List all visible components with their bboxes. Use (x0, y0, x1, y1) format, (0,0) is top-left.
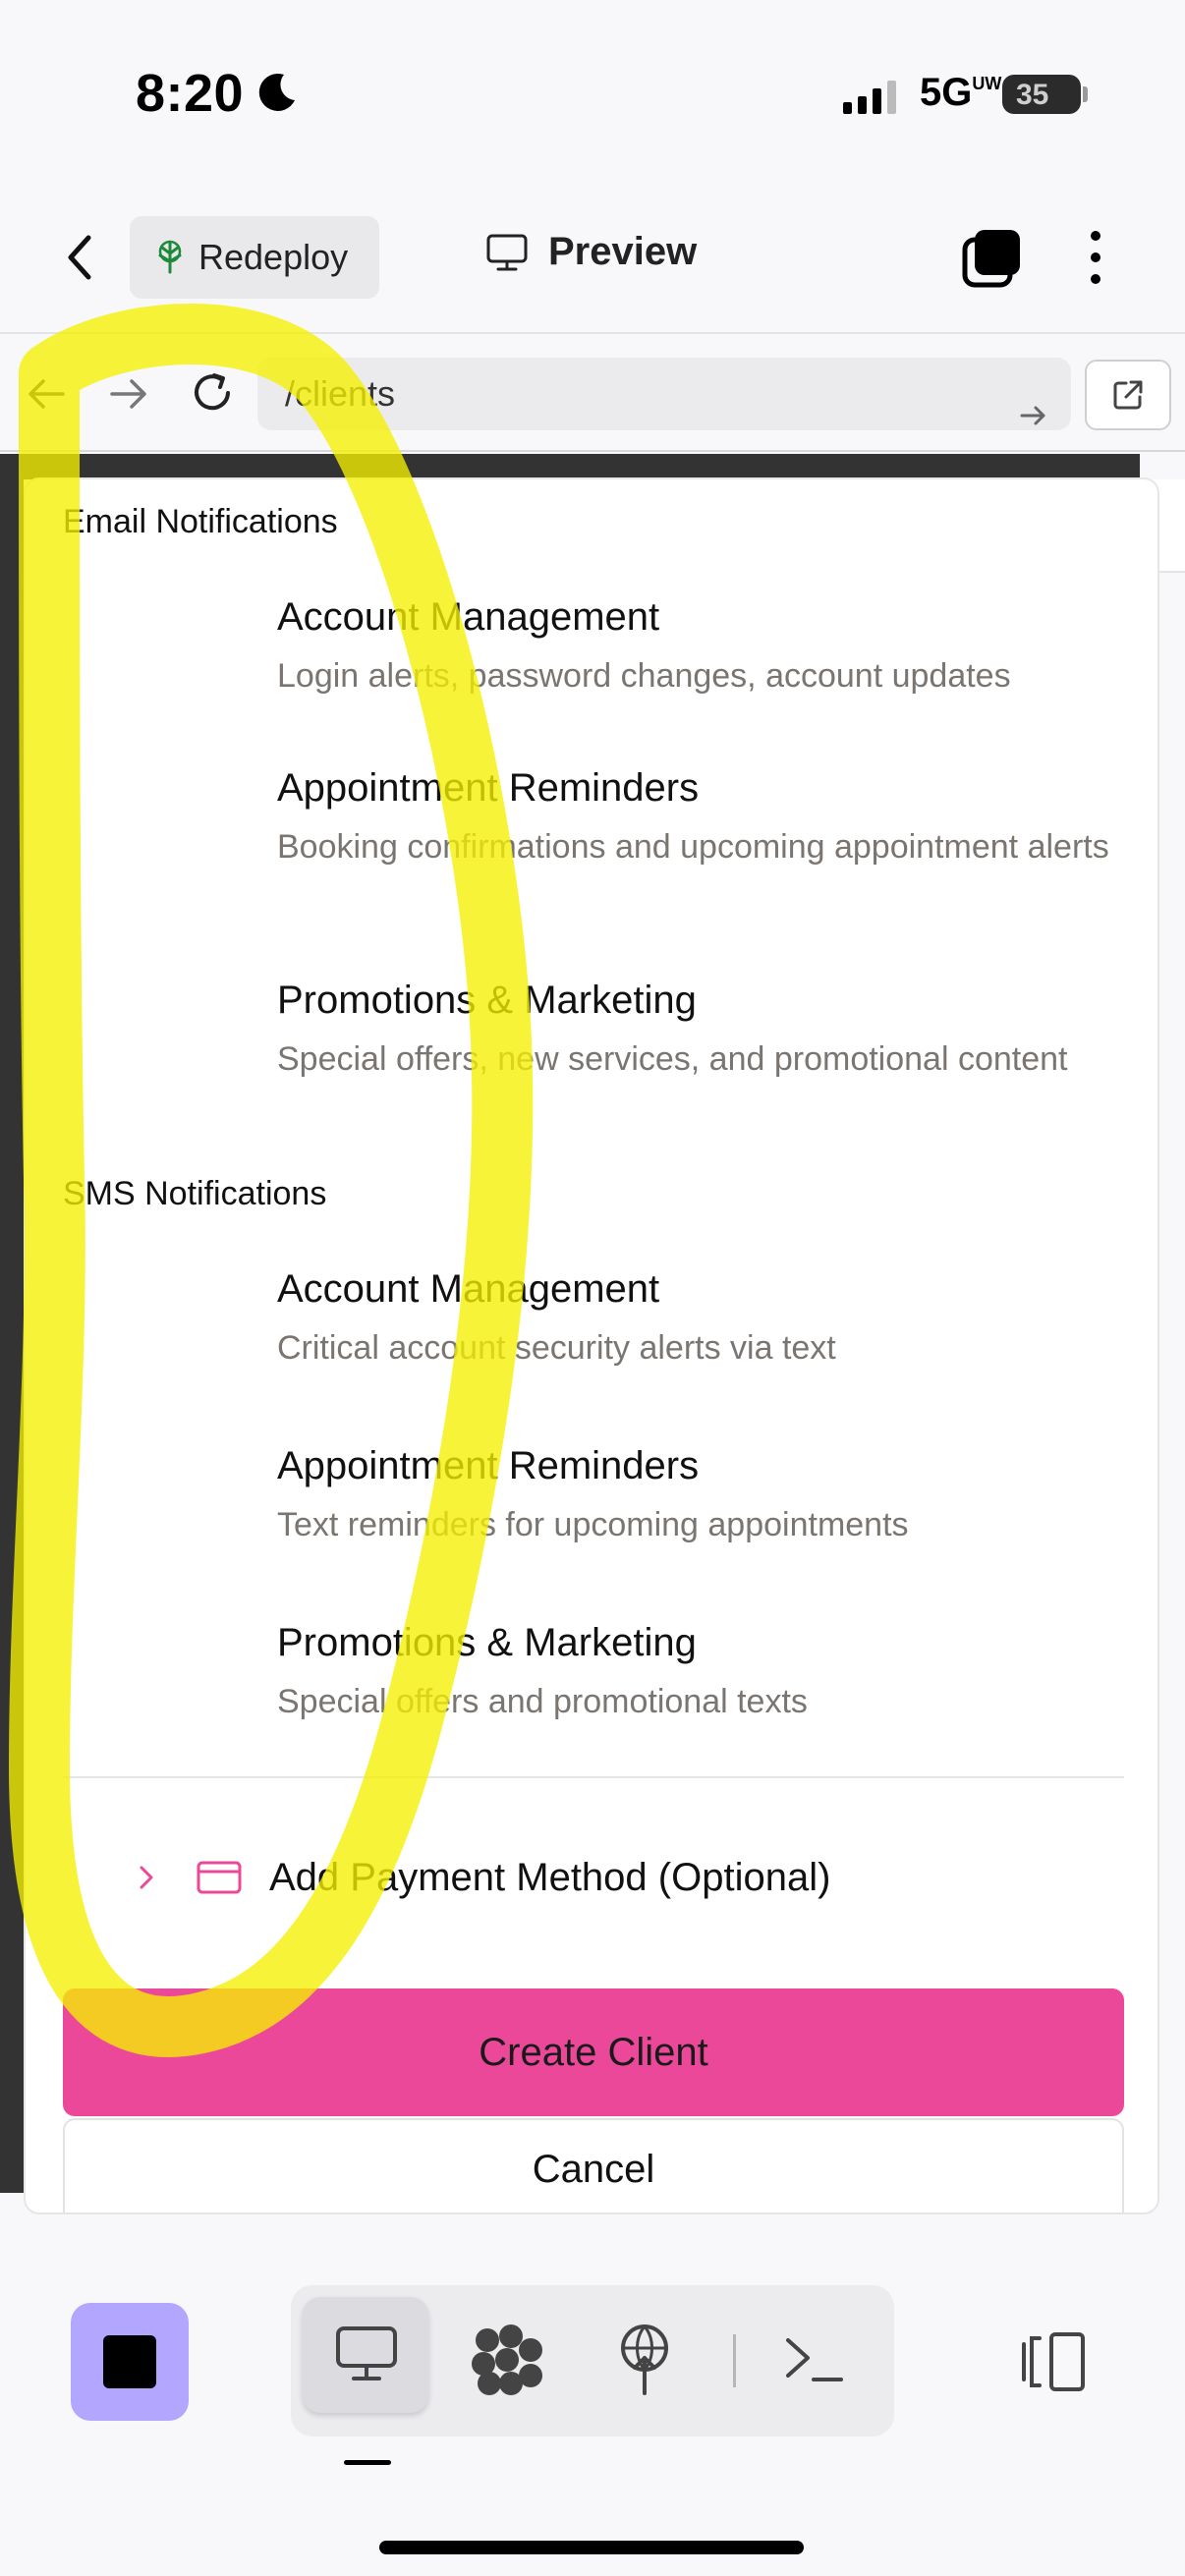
more-icon[interactable] (1081, 226, 1110, 289)
sms-appointment-desc: Text reminders for upcoming appointments (277, 1506, 909, 1543)
sms-account-title[interactable]: Account Management (277, 1267, 659, 1312)
reload-icon[interactable] (189, 369, 236, 417)
redeploy-label: Redeploy (198, 237, 349, 277)
redeploy-button[interactable]: Redeploy (130, 216, 379, 299)
signal-icon (843, 79, 896, 114)
stop-button[interactable] (71, 2303, 189, 2421)
add-payment-method-toggle[interactable]: Add Payment Method (Optional) (63, 1833, 1124, 1922)
back-icon[interactable] (57, 228, 106, 287)
external-link-icon (1113, 380, 1143, 410)
tree-icon (158, 240, 182, 274)
email-promotions-desc: Special offers, new services, and promot… (277, 1040, 1068, 1078)
sms-appointment-title[interactable]: Appointment Reminders (277, 1444, 699, 1488)
overlay-backdrop (0, 454, 24, 2193)
battery-nub (1083, 86, 1088, 102)
toolbar-separator (733, 2334, 736, 2387)
create-client-button[interactable]: Create Client (63, 1988, 1124, 2116)
nav-forward-icon[interactable] (106, 373, 151, 415)
terminal-icon[interactable] (782, 2332, 845, 2387)
status-bar: 8:20 5GUW 35 (0, 0, 1185, 187)
battery-icon: 35 (1002, 75, 1081, 114)
integrations-icon[interactable] (468, 2321, 546, 2399)
sms-notifications-heading: SMS Notifications (63, 1175, 327, 1212)
url-path: /clients (285, 373, 396, 414)
sms-promotions-title[interactable]: Promotions & Marketing (277, 1621, 697, 1665)
email-promotions-title[interactable]: Promotions & Marketing (277, 979, 697, 1023)
desktop-tab[interactable] (303, 2297, 428, 2413)
email-notifications-heading: Email Notifications (63, 503, 338, 540)
preview-tab[interactable]: Preview (485, 230, 697, 274)
deploy-icon[interactable] (615, 2323, 674, 2397)
email-account-title[interactable]: Account Management (277, 595, 659, 640)
network-label: 5G (920, 71, 973, 114)
tabs-icon[interactable] (961, 226, 1024, 289)
nav-back-icon[interactable] (24, 373, 69, 415)
sms-promotions-desc: Special offers and promotional texts (277, 1683, 808, 1720)
create-client-sheet: Email Notifications Account Management L… (24, 477, 1159, 2214)
overlay-backdrop-top (0, 454, 1140, 479)
view-switcher (291, 2285, 894, 2436)
battery-level: 35 (1016, 79, 1049, 111)
email-appointment-desc: Booking confirmations and upcoming appoi… (277, 828, 1109, 866)
open-external-button[interactable] (1085, 360, 1171, 430)
bottom-toolbar (0, 2214, 1185, 2576)
email-appointment-title[interactable]: Appointment Reminders (277, 766, 699, 811)
active-tab-indicator (344, 2460, 391, 2465)
status-time: 8:20 (136, 64, 245, 123)
desktop-icon (336, 2326, 397, 2380)
sms-account-desc: Critical account security alerts via tex… (277, 1329, 836, 1367)
moon-icon (258, 73, 295, 111)
monitor-icon (486, 234, 528, 270)
email-account-desc: Login alerts, password changes, account … (277, 657, 1011, 695)
credit-card-icon (197, 1861, 242, 1894)
section-divider (63, 1776, 1124, 1778)
add-payment-method-label: Add Payment Method (Optional) (269, 1855, 831, 1899)
url-bar: /clients (0, 336, 1185, 452)
url-input[interactable]: /clients (257, 358, 1071, 430)
panel-toggle-icon[interactable] (1018, 2330, 1089, 2393)
preview-label: Preview (548, 230, 698, 273)
app-header: Redeploy Preview (0, 187, 1185, 334)
go-icon[interactable] (1018, 379, 1047, 452)
cancel-button[interactable]: Cancel (63, 2118, 1124, 2212)
network-indicator: 5GUW (920, 71, 1001, 115)
network-sup: UW (972, 74, 1002, 93)
home-indicator (379, 2541, 804, 2554)
chevron-right-icon (140, 1866, 153, 1889)
stop-icon (103, 2335, 156, 2388)
